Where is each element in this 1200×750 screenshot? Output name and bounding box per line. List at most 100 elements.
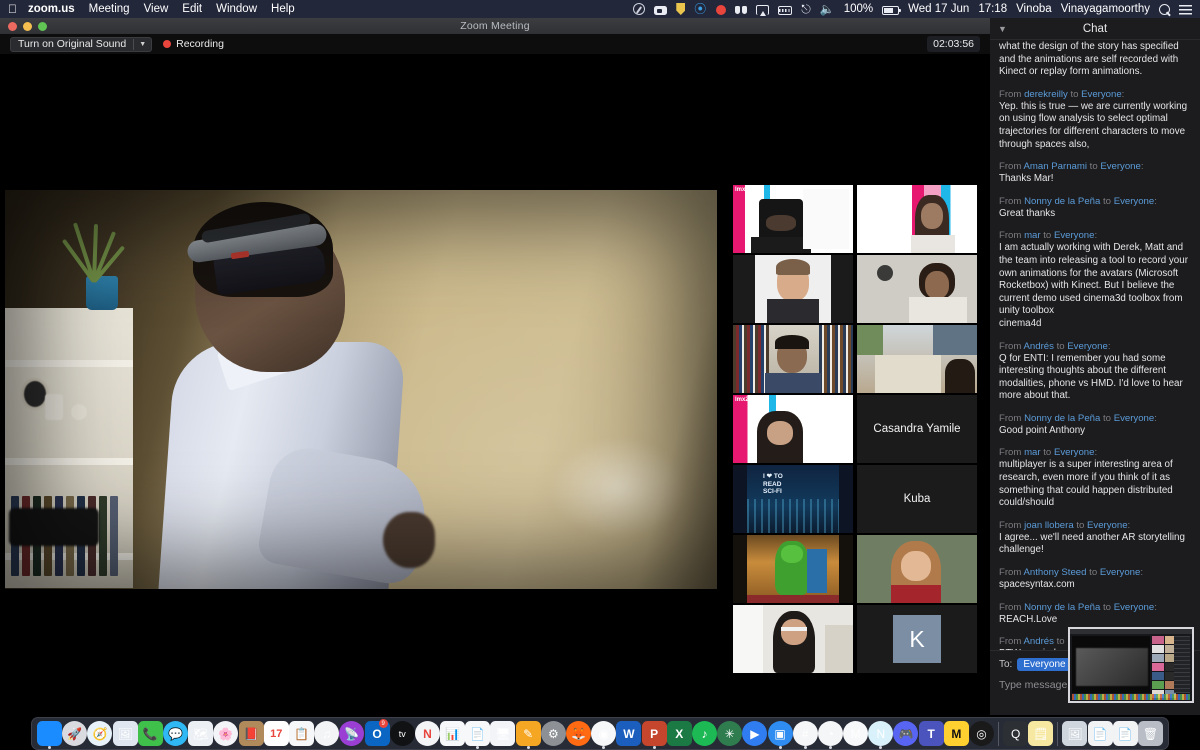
participant-tile[interactable] <box>857 325 977 393</box>
shield-icon[interactable] <box>676 3 686 15</box>
participant-tile[interactable]: Kuba <box>857 465 977 533</box>
menu-item-edit[interactable]: Edit <box>182 3 202 15</box>
dock-item-overleaf[interactable]: ◎ <box>969 717 995 750</box>
chat-message-header: From Nonny de la Peña to Everyone: <box>999 601 1157 613</box>
recording-label: Recording <box>176 38 224 50</box>
compass-icon[interactable] <box>633 3 646 15</box>
binoculars-icon[interactable] <box>735 3 748 15</box>
dock-item-pdf-file-2[interactable]: 📄 <box>1112 717 1138 750</box>
participant-tile[interactable] <box>733 325 853 393</box>
airplay-icon[interactable] <box>756 3 770 16</box>
dock-item-contacts[interactable]: 📕 <box>238 717 264 750</box>
dock-item-textedit[interactable]: ✎ <box>515 717 541 750</box>
dock-item-system-preferences[interactable]: ⚙ <box>540 717 566 750</box>
participant-tile-active-speaker[interactable] <box>733 535 853 603</box>
dock-item-trash[interactable]: 🗑 <box>1138 717 1163 750</box>
dock-item-quicktime[interactable]: Q <box>1003 717 1029 750</box>
dock-item-excel[interactable]: X <box>666 717 692 750</box>
dock-item-teams[interactable]: T <box>918 717 944 750</box>
dock-item-music[interactable]: ♫ <box>314 717 340 750</box>
chat-message-body: Great thanks <box>999 207 1056 219</box>
running-indicator <box>803 745 807 749</box>
dock-item-keynote[interactable]: 🖥 <box>490 717 516 750</box>
participant-tile[interactable] <box>733 255 853 323</box>
dock-item-facebook-messenger-video[interactable]: ▶ <box>742 717 768 750</box>
keyboard-icon[interactable] <box>778 4 793 15</box>
dock-item-podcasts[interactable]: 📡 <box>339 717 365 750</box>
dock-item-photos[interactable]: 🌸 <box>213 717 239 750</box>
dock-item-numbers[interactable]: 📊 <box>440 717 466 750</box>
record-dot-icon[interactable] <box>716 3 727 15</box>
dock-item-powerpoint[interactable]: P <box>641 717 667 750</box>
participant-tile[interactable] <box>857 535 977 603</box>
menu-item-view[interactable]: View <box>144 3 169 15</box>
participant-tile[interactable] <box>733 605 853 673</box>
meeting-content: lmx20 2020 lmx2020 Casandra Yamile I ❤ T… <box>0 54 990 715</box>
participant-tile[interactable]: lmx20 <box>733 185 853 253</box>
menubar-user-last[interactable]: Vinayagamoorthy <box>1061 3 1150 15</box>
dock-item-notion[interactable]: N <box>868 717 894 750</box>
dock-item-miro[interactable]: M <box>843 717 869 750</box>
dock-item-appletv[interactable]: tv <box>389 717 415 750</box>
control-center-icon[interactable] <box>1179 3 1192 16</box>
menu-item-window[interactable]: Window <box>216 3 257 15</box>
dock-item-news[interactable]: N <box>414 717 440 750</box>
menu-item-help[interactable]: Help <box>271 3 295 15</box>
participant-tile[interactable] <box>857 255 977 323</box>
screen-record-icon[interactable] <box>654 4 668 15</box>
dock-item-firefox[interactable]: 🦊 <box>566 717 592 750</box>
video-feed: lmx20 <box>733 185 853 253</box>
dock-item-discord[interactable]: 🎮 <box>893 717 919 750</box>
dock-item-image-file[interactable]: 🖼 <box>1062 717 1088 750</box>
dock-item-reminders[interactable]: 📋 <box>288 717 314 750</box>
dock-item-messages[interactable]: 💬 <box>163 717 189 750</box>
shared-screen[interactable] <box>0 185 722 594</box>
chat-message-list[interactable]: what the design of the story has specifi… <box>990 41 1200 650</box>
dock-item-pages[interactable]: 📄 <box>465 717 491 750</box>
dock-item-miro-board[interactable]: M <box>943 717 969 750</box>
menubar-user-first[interactable]: Vinoba <box>1016 3 1052 15</box>
dock-item-maps[interactable]: 🗺 <box>188 717 214 750</box>
participant-tile[interactable]: I ❤ TO READ SCI-FI <box>733 465 853 533</box>
dock-divider <box>1057 721 1059 746</box>
original-sound-button[interactable]: Turn on Original Sound ▼ <box>10 36 153 52</box>
dock-item-calendar[interactable]: 17 <box>263 717 289 750</box>
dock-item-chrome[interactable]: ◉ <box>591 717 617 750</box>
dock-item-chart-app[interactable]: ◔ <box>817 717 843 750</box>
menu-item-meeting[interactable]: Meeting <box>89 3 130 15</box>
menu-app-name[interactable]: zoom.us <box>28 3 75 15</box>
apple-icon[interactable]:  <box>8 3 17 15</box>
dock-item-outlook[interactable]: O9 <box>364 717 390 750</box>
dock-item-stickies[interactable]: 🗒 <box>1028 717 1054 750</box>
participant-tile[interactable]: Casandra Yamile <box>857 395 977 463</box>
swirl-icon[interactable]: ⦿ <box>694 3 707 15</box>
participant-tile[interactable]: 2020 <box>857 185 977 253</box>
dock-item-preview[interactable]: 🖼 <box>112 717 138 750</box>
zoom-toolbar: Turn on Original Sound ▼ Recording 02:03… <box>0 34 990 54</box>
participant-tile[interactable]: K <box>857 605 977 673</box>
dock-item-word[interactable]: W <box>616 717 642 750</box>
screenshot-thumbnail-preview[interactable] <box>1068 627 1194 703</box>
chevron-down-icon[interactable]: ▼ <box>998 24 1007 34</box>
chat-message-body: I agree... we'll need another AR storyte… <box>999 531 1185 556</box>
dock-item-facetime[interactable]: 📞 <box>137 717 163 750</box>
dock-item-finder[interactable] <box>37 717 63 750</box>
dock-item-mendeley[interactable]: ✳ <box>717 717 743 750</box>
dock-item-launchpad[interactable]: 🚀 <box>62 717 88 750</box>
dock-item-safari[interactable]: 🧭 <box>87 717 113 750</box>
chevron-down-icon[interactable]: ▼ <box>134 41 151 48</box>
participant-tile[interactable]: lmx2020 <box>733 395 853 463</box>
mendeley-icon: ✳ <box>717 721 743 746</box>
dock-item-spotify[interactable]: ♪ <box>691 717 717 750</box>
dock-item-zoom[interactable]: ▣ <box>767 717 793 750</box>
battery-icon[interactable] <box>882 4 902 15</box>
dock-item-pdf-file-1[interactable]: 📄 <box>1087 717 1113 750</box>
photos-icon: 🌸 <box>213 721 239 746</box>
dock-item-slack[interactable]: # <box>792 717 818 750</box>
search-icon[interactable] <box>1159 3 1170 15</box>
recording-indicator[interactable]: Recording <box>163 38 224 50</box>
volume-icon[interactable]: 🔈 <box>820 3 835 15</box>
running-indicator <box>652 745 656 749</box>
wifi-icon[interactable]: ⎋ <box>801 3 811 15</box>
chat-message-body: Q for ENTI: I remember you had some inte… <box>999 352 1183 402</box>
